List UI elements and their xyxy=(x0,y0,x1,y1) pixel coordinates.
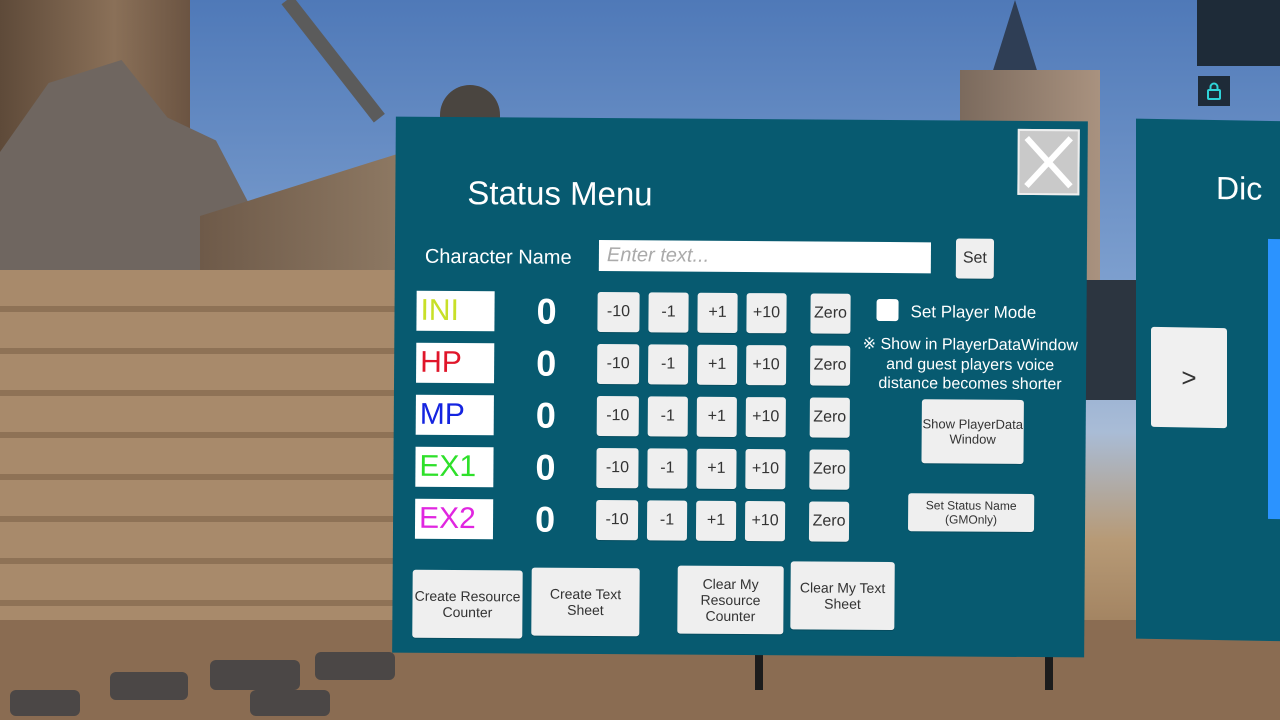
zero-button[interactable]: Zero xyxy=(810,345,851,386)
minus-1-button[interactable]: -1 xyxy=(646,500,688,541)
paving-stone xyxy=(210,660,300,690)
clear-text-sheet-button[interactable]: Clear My Text Sheet xyxy=(790,561,895,631)
plus-10-button[interactable]: +10 xyxy=(746,345,787,386)
page-title: Status Menu xyxy=(467,174,653,213)
paving-stone xyxy=(10,690,80,716)
stat-value: 0 xyxy=(536,290,557,332)
sword-statue xyxy=(281,0,385,123)
character-name-label: Character Name xyxy=(424,245,572,269)
close-x-icon xyxy=(1024,135,1073,189)
minus-10-button[interactable]: -10 xyxy=(595,499,639,541)
plus-10-button[interactable]: +10 xyxy=(745,449,786,490)
stat-label: EX2 xyxy=(414,498,494,540)
zero-button[interactable]: Zero xyxy=(809,449,850,490)
top-right-panel xyxy=(1197,0,1280,66)
show-playerdata-window-button[interactable]: Show PlayerData Window xyxy=(921,399,1024,464)
plus-1-button[interactable]: +1 xyxy=(697,344,738,385)
plus-1-button[interactable]: +1 xyxy=(696,448,737,489)
dice-panel-blue-area xyxy=(1268,238,1280,520)
stat-row-ex2: EX2 0 -10 -1 +1 +10 Zero xyxy=(414,498,855,544)
dice-next-button[interactable]: > xyxy=(1151,326,1227,429)
plus-10-button[interactable]: +10 xyxy=(745,397,786,438)
stat-label: MP xyxy=(415,394,494,436)
plus-1-button[interactable]: +1 xyxy=(697,292,738,333)
stat-label: HP xyxy=(416,342,495,384)
zero-button[interactable]: Zero xyxy=(809,397,850,438)
tower-spire xyxy=(990,0,1040,80)
lock-button[interactable] xyxy=(1198,76,1230,106)
minus-1-button[interactable]: -1 xyxy=(647,448,688,489)
plus-10-button[interactable]: +10 xyxy=(744,501,786,542)
create-resource-counter-button[interactable]: Create Resource Counter xyxy=(412,569,523,639)
plus-10-button[interactable]: +10 xyxy=(746,293,787,334)
set-status-name-button[interactable]: Set Status Name (GMOnly) xyxy=(907,493,1035,533)
minus-10-button[interactable]: -10 xyxy=(596,448,639,489)
minus-1-button[interactable]: -1 xyxy=(647,396,688,437)
stat-value: 0 xyxy=(535,446,556,488)
minus-10-button[interactable]: -10 xyxy=(597,344,640,385)
player-mode-checkbox[interactable] xyxy=(876,298,899,322)
player-mode-note: ※ Show in PlayerDataWindow and guest pla… xyxy=(862,335,1078,394)
stat-value: 0 xyxy=(536,342,557,384)
status-menu-panel: Status Menu Character Name Set INI 0 -10… xyxy=(392,116,1088,658)
set-name-button[interactable]: Set xyxy=(955,238,995,279)
plus-1-button[interactable]: +1 xyxy=(695,500,737,541)
character-name-input[interactable] xyxy=(598,240,932,274)
stat-row-mp: MP 0 -10 -1 +1 +10 Zero xyxy=(415,394,856,440)
zero-button[interactable]: Zero xyxy=(810,293,851,334)
plus-1-button[interactable]: +1 xyxy=(696,396,737,437)
clear-resource-counter-button[interactable]: Clear My Resource Counter xyxy=(677,565,784,635)
minus-1-button[interactable]: -1 xyxy=(648,292,689,333)
player-mode-label: Set Player Mode xyxy=(910,302,1037,323)
stat-label: INI xyxy=(416,290,495,332)
stat-label: EX1 xyxy=(415,446,494,488)
dice-panel: Dic > xyxy=(1136,118,1280,642)
dice-panel-title: Dic xyxy=(1216,170,1263,207)
stat-value: 0 xyxy=(534,498,556,540)
stat-row-hp: HP 0 -10 -1 +1 +10 Zero xyxy=(416,343,856,388)
stat-value: 0 xyxy=(535,394,556,436)
paving-stone xyxy=(250,690,330,716)
lock-icon xyxy=(1207,82,1221,100)
paving-stone xyxy=(110,672,188,700)
stat-row-ex1: EX1 0 -10 -1 +1 +10 Zero xyxy=(415,447,855,492)
minus-10-button[interactable]: -10 xyxy=(596,396,639,437)
minus-10-button[interactable]: -10 xyxy=(597,292,640,333)
paving-stone xyxy=(315,652,395,680)
stat-row-ini: INI 0 -10 -1 +1 +10 Zero xyxy=(416,291,856,336)
zero-button[interactable]: Zero xyxy=(808,501,850,542)
minus-1-button[interactable]: -1 xyxy=(648,344,689,385)
close-button[interactable] xyxy=(1017,128,1080,196)
create-text-sheet-button[interactable]: Create Text Sheet xyxy=(531,567,640,637)
